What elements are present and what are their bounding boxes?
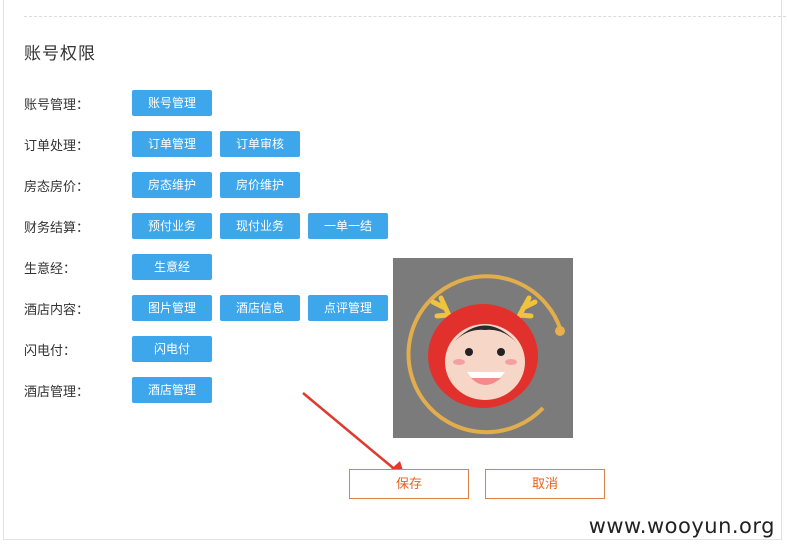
- form-actions: 保存 取消: [349, 469, 605, 499]
- annotation-arrow-icon: [302, 392, 406, 480]
- save-button[interactable]: 保存: [349, 469, 469, 499]
- watermark: www.wooyun.org: [588, 514, 775, 538]
- cancel-button[interactable]: 取消: [485, 469, 605, 499]
